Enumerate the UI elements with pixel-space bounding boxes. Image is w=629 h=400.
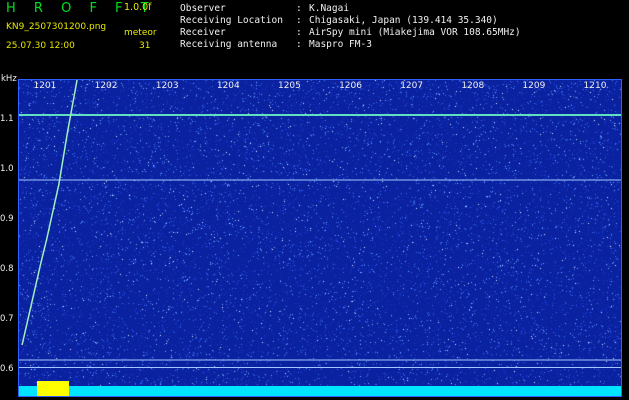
antenna-key: Receiving antenna	[180, 39, 278, 50]
x-tick-label: 1201	[33, 81, 57, 91]
x-tick-label: 1205	[277, 81, 301, 91]
y-tick-label: 0.7	[0, 314, 14, 324]
detector-label: meteor	[124, 28, 157, 38]
x-tick-label: 1202	[94, 81, 118, 91]
filename-label: KN9_2507301200.png	[6, 22, 107, 32]
header-panel: H R O F F T 1.0.0f KN9_2507301200.png 25…	[0, 0, 629, 72]
observer-value: K.Nagai	[309, 3, 350, 14]
x-tick-label: 1206	[339, 81, 362, 91]
receiver-colon: :	[296, 27, 302, 38]
receiver-value: AirSpy mini (Miakejima VOR 108.65MHz)	[309, 27, 521, 38]
version-label: 1.0.0f	[124, 2, 152, 13]
y-tick-label: 0.8	[0, 264, 14, 274]
receiver-key: Receiver	[180, 27, 226, 38]
y-axis-unit: kHz	[1, 74, 17, 84]
y-tick-label: 1.0	[0, 164, 14, 174]
observer-colon: :	[296, 3, 302, 14]
observer-key: Observer	[180, 3, 226, 14]
x-tick-label: 1207	[400, 81, 424, 91]
x-tick-label: 1203	[155, 81, 179, 91]
y-tick-label: 0.9	[0, 214, 14, 224]
x-tick-label: 1210	[583, 81, 607, 91]
count-value: 31	[139, 41, 151, 51]
location-colon: :	[296, 15, 302, 26]
datetime-label: 25.07.30 12:00	[6, 41, 75, 51]
signal-level-band	[19, 386, 621, 396]
x-tick-label: 1204	[216, 81, 240, 91]
y-tick-label: 0.6	[0, 364, 14, 374]
spectrogram-plot	[18, 79, 622, 397]
meteor-trace	[21, 80, 78, 346]
x-tick-label: 1208	[461, 81, 485, 91]
x-tick-label: 1209	[522, 81, 546, 91]
spectrogram-overlay	[19, 80, 621, 396]
antenna-colon: :	[296, 39, 302, 50]
signal-peak-marker	[37, 381, 69, 396]
antenna-value: Maspro FM-3	[309, 39, 372, 50]
y-tick-label: 1.1	[0, 114, 14, 124]
location-key: Receiving Location	[180, 15, 283, 26]
location-value: Chigasaki, Japan (139.414 35.340)	[309, 15, 498, 26]
